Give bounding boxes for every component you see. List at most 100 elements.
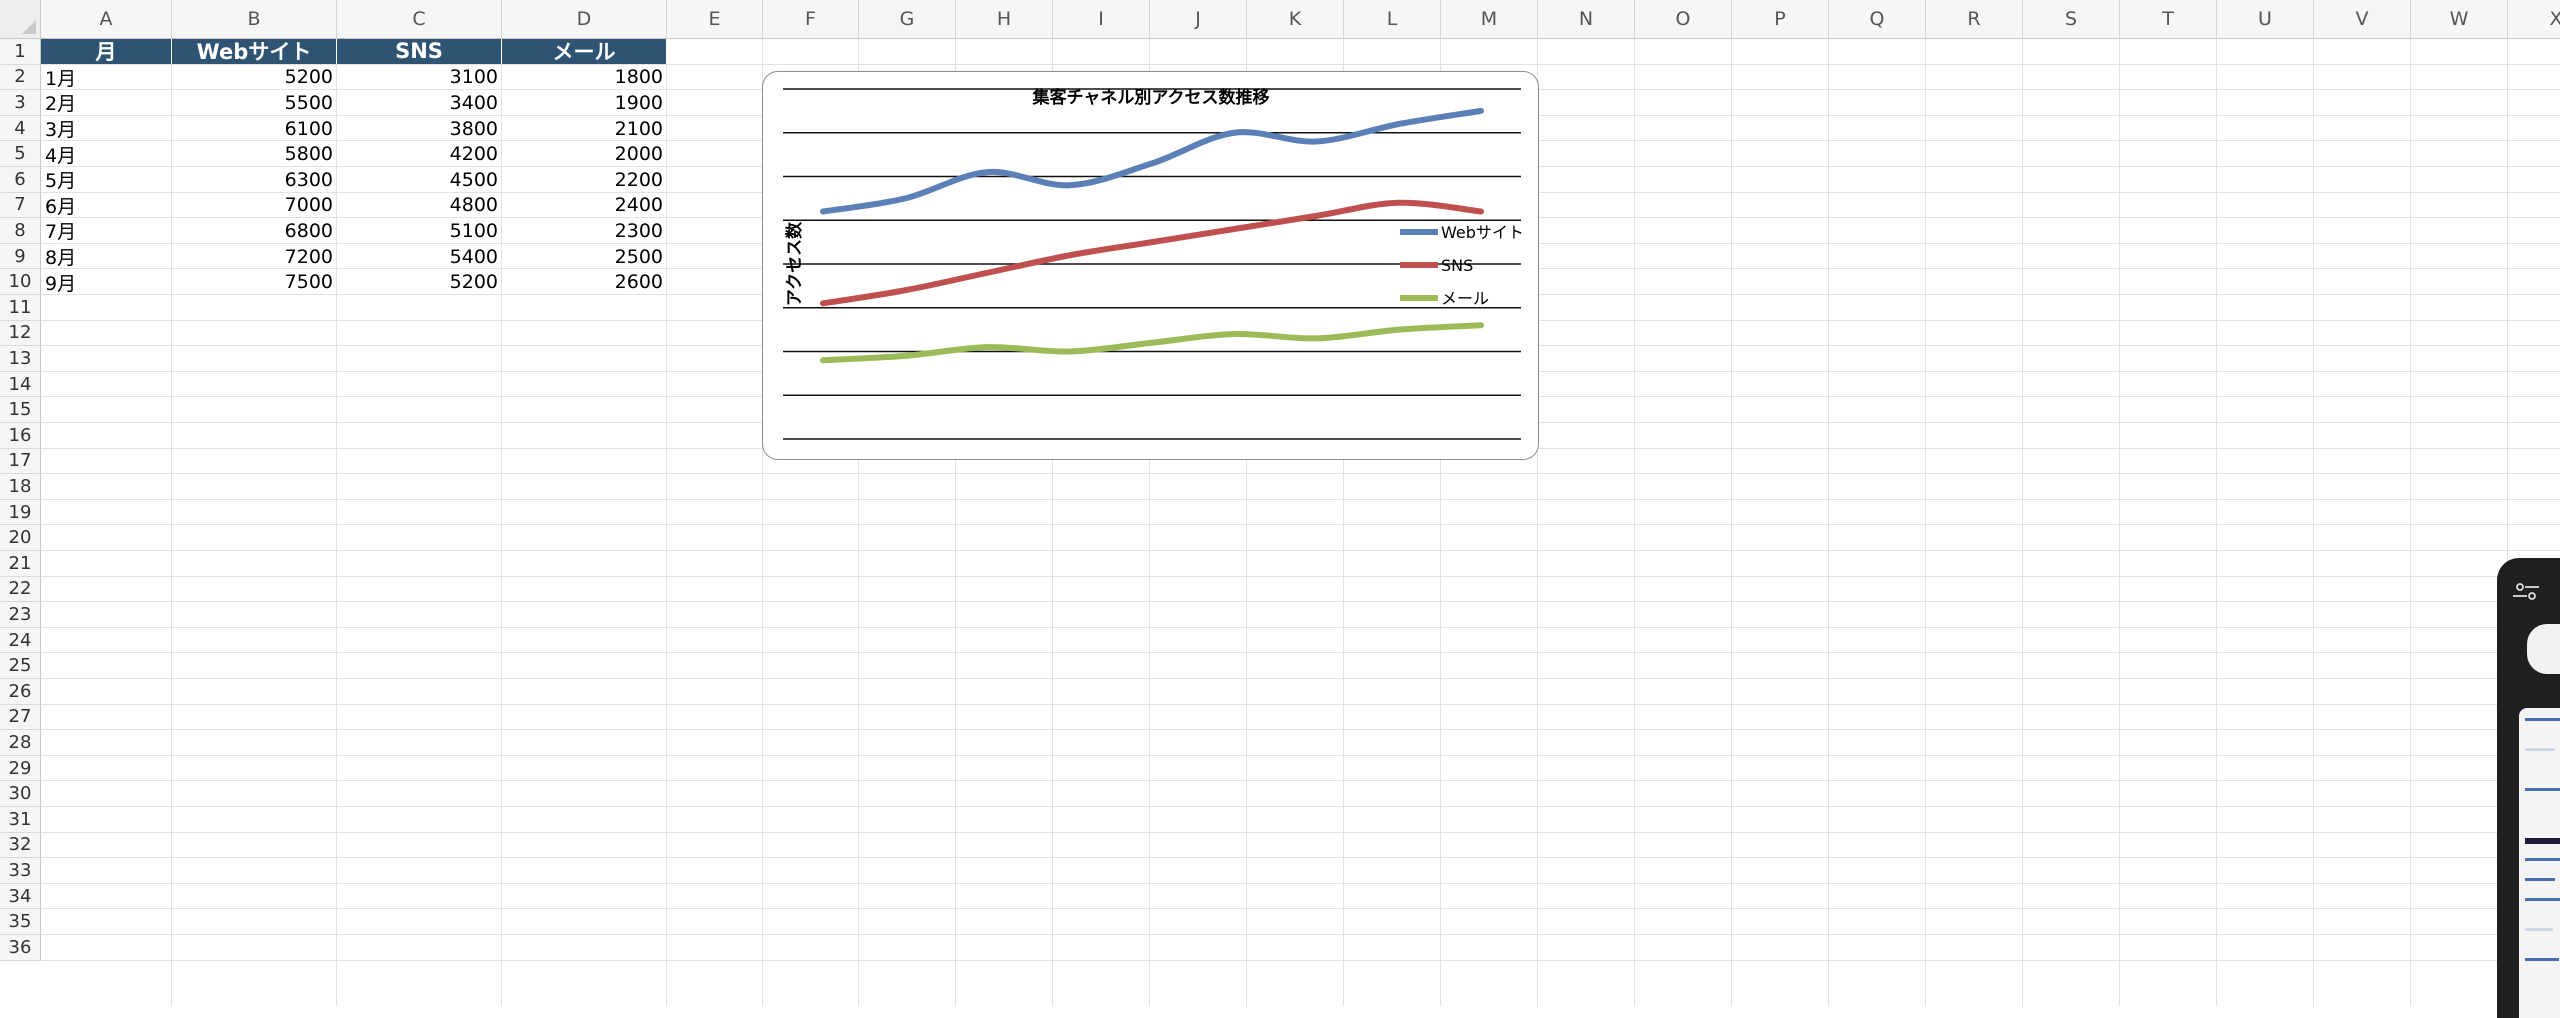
value-cell[interactable]: 7000	[172, 193, 337, 219]
row-header[interactable]: 27	[0, 704, 41, 731]
month-cell[interactable]: 9月	[41, 269, 172, 295]
row-header[interactable]: 3	[0, 90, 41, 116]
column-header[interactable]: U	[2217, 0, 2314, 39]
series-line[interactable]	[820, 107, 1484, 215]
row-header[interactable]: 28	[0, 730, 41, 756]
row-header[interactable]: 32	[0, 832, 41, 859]
column-header[interactable]: R	[1926, 0, 2023, 39]
row-header[interactable]: 13	[0, 346, 41, 372]
row-header[interactable]: 2	[0, 64, 41, 91]
column-header[interactable]: K	[1247, 0, 1344, 39]
row-header[interactable]: 14	[0, 371, 41, 398]
column-header[interactable]: X	[2508, 0, 2560, 39]
column-header[interactable]: G	[859, 0, 956, 39]
value-cell[interactable]: 4200	[337, 141, 502, 167]
row-header[interactable]: 23	[0, 602, 41, 628]
series-line[interactable]	[820, 199, 1484, 307]
month-cell[interactable]: 2月	[41, 90, 172, 116]
value-cell[interactable]: 5500	[172, 90, 337, 116]
value-cell[interactable]: 2600	[502, 269, 667, 295]
row-header[interactable]: 16	[0, 423, 41, 449]
value-cell[interactable]: 3400	[337, 90, 502, 116]
column-header[interactable]: V	[2314, 0, 2411, 39]
value-cell[interactable]: 7200	[172, 244, 337, 270]
table-header-cell[interactable]: SNS	[337, 39, 502, 64]
column-header[interactable]: W	[2411, 0, 2508, 39]
month-cell[interactable]: 1月	[41, 65, 172, 91]
row-header[interactable]: 9	[0, 243, 41, 270]
value-cell[interactable]: 7500	[172, 269, 337, 295]
row-header[interactable]: 17	[0, 448, 41, 475]
row-header[interactable]: 6	[0, 167, 41, 193]
row-header[interactable]: 19	[0, 499, 41, 526]
row-header[interactable]: 20	[0, 525, 41, 551]
value-cell[interactable]: 5400	[337, 244, 502, 270]
value-cell[interactable]: 2100	[502, 116, 667, 142]
month-cell[interactable]: 5月	[41, 167, 172, 193]
row-header[interactable]: 5	[0, 141, 41, 167]
value-cell[interactable]: 4500	[337, 167, 502, 193]
window-thumbnail[interactable]	[2519, 708, 2560, 1018]
value-cell[interactable]: 5800	[172, 141, 337, 167]
column-header[interactable]: B	[172, 0, 337, 39]
value-cell[interactable]: 3800	[337, 116, 502, 142]
table-header-cell[interactable]: 月	[41, 39, 172, 64]
panel-toggle-button[interactable]	[2527, 624, 2560, 674]
row-header[interactable]: 4	[0, 115, 41, 142]
month-cell[interactable]: 7月	[41, 218, 172, 244]
row-header[interactable]: 11	[0, 295, 41, 321]
row-header[interactable]: 7	[0, 192, 41, 219]
month-cell[interactable]: 4月	[41, 141, 172, 167]
column-header[interactable]: P	[1732, 0, 1829, 39]
value-cell[interactable]: 5100	[337, 218, 502, 244]
row-header[interactable]: 29	[0, 755, 41, 782]
column-header[interactable]: C	[337, 0, 502, 39]
row-header[interactable]: 22	[0, 576, 41, 603]
row-header[interactable]: 24	[0, 627, 41, 654]
column-header[interactable]: M	[1441, 0, 1538, 39]
row-header[interactable]: 18	[0, 474, 41, 500]
row-header[interactable]: 30	[0, 781, 41, 807]
value-cell[interactable]: 1800	[502, 65, 667, 91]
column-header[interactable]: H	[956, 0, 1053, 39]
value-cell[interactable]: 6100	[172, 116, 337, 142]
month-cell[interactable]: 6月	[41, 193, 172, 219]
row-header[interactable]: 25	[0, 653, 41, 679]
column-header[interactable]: A	[41, 0, 172, 39]
select-all-corner[interactable]	[0, 0, 41, 39]
spreadsheet-grid[interactable]: ABCDEFGHIJKLMNOPQRSTUVWX 1 2 3 4 5 6 7 8 9 10 11 12…	[0, 0, 2560, 1018]
settings-sliders-icon[interactable]	[2511, 581, 2541, 601]
table-header-cell[interactable]: Webサイト	[172, 39, 337, 64]
row-header[interactable]: 8	[0, 218, 41, 244]
row-header[interactable]: 21	[0, 551, 41, 577]
value-cell[interactable]: 5200	[337, 269, 502, 295]
column-header[interactable]: O	[1635, 0, 1732, 39]
month-cell[interactable]: 3月	[41, 116, 172, 142]
row-header[interactable]: 33	[0, 858, 41, 884]
side-panel-overlay[interactable]	[2497, 558, 2560, 1018]
value-cell[interactable]: 1900	[502, 90, 667, 116]
value-cell[interactable]: 5200	[172, 65, 337, 91]
table-header-cell[interactable]: メール	[502, 39, 667, 64]
column-header[interactable]: N	[1538, 0, 1635, 39]
value-cell[interactable]: 2500	[502, 244, 667, 270]
value-cell[interactable]: 2000	[502, 141, 667, 167]
column-header[interactable]: Q	[1829, 0, 1926, 39]
value-cell[interactable]: 2300	[502, 218, 667, 244]
month-cell[interactable]: 8月	[41, 244, 172, 270]
column-header[interactable]: T	[2120, 0, 2217, 39]
column-header[interactable]: L	[1344, 0, 1441, 39]
series-line[interactable]	[820, 322, 1484, 364]
row-header[interactable]: 34	[0, 883, 41, 910]
row-header[interactable]: 26	[0, 679, 41, 705]
value-cell[interactable]: 4800	[337, 193, 502, 219]
value-cell[interactable]: 6800	[172, 218, 337, 244]
row-header[interactable]: 1	[0, 39, 41, 65]
row-header[interactable]: 10	[0, 269, 41, 295]
column-header[interactable]: F	[763, 0, 859, 39]
value-cell[interactable]: 3100	[337, 65, 502, 91]
column-header[interactable]: D	[502, 0, 667, 39]
value-cell[interactable]: 6300	[172, 167, 337, 193]
row-header[interactable]: 36	[0, 935, 41, 961]
line-chart[interactable]: 集客チャネル別アクセス数推移 アクセス数 Webサイト SNS メール	[762, 71, 1539, 460]
